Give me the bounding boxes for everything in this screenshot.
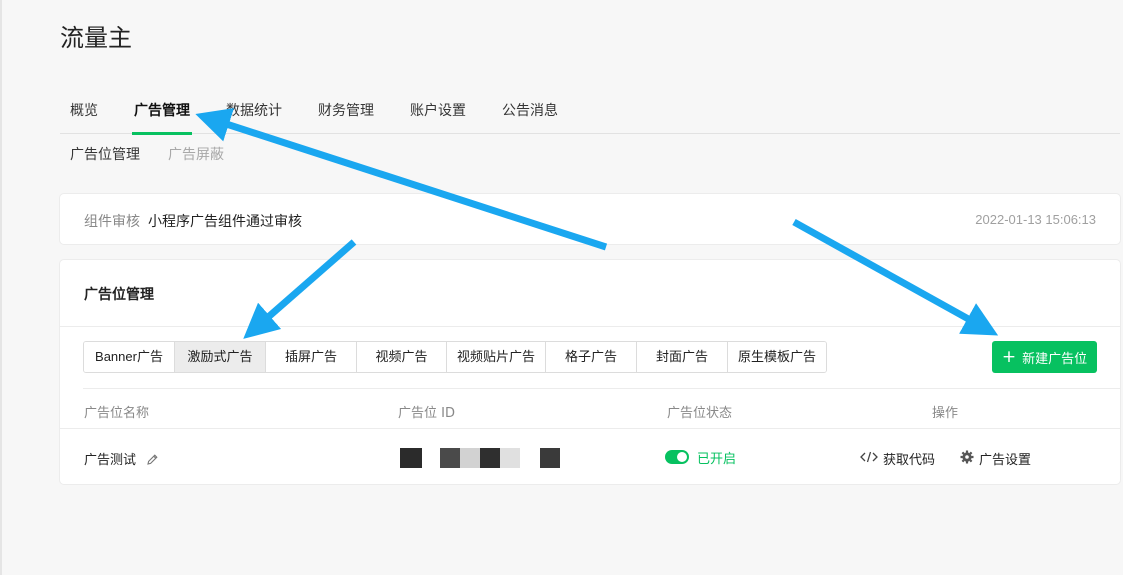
- ad-settings-link[interactable]: 广告设置: [960, 449, 1031, 468]
- new-ad-slot-button[interactable]: + 新建广告位: [992, 341, 1097, 373]
- column-header-id: 广告位 ID: [398, 406, 455, 421]
- code-icon: [860, 451, 878, 467]
- ad-type-rewarded[interactable]: 激励式广告: [175, 342, 266, 372]
- divider: [60, 428, 1120, 429]
- tab-account-settings[interactable]: 账户设置: [400, 96, 476, 134]
- ad-type-cover[interactable]: 封面广告: [637, 342, 728, 372]
- subtab-ad-slot-management[interactable]: 广告位管理: [70, 144, 140, 164]
- pencil-icon[interactable]: [146, 453, 159, 470]
- notice-timestamp: 2022-01-13 15:06:13: [975, 212, 1096, 227]
- ad-type-interstitial[interactable]: 插屏广告: [266, 342, 357, 372]
- notice-label: 组件审核: [84, 214, 140, 230]
- notice-card: 组件审核 小程序广告组件通过审核 2022-01-13 15:06:13: [60, 194, 1120, 244]
- column-header-actions: 操作: [932, 406, 959, 421]
- plus-icon: +: [1001, 346, 1017, 367]
- tab-finance-management[interactable]: 财务管理: [308, 96, 384, 134]
- get-code-link[interactable]: 获取代码: [860, 449, 935, 468]
- gear-icon: [960, 450, 974, 468]
- column-header-name: 广告位名称: [84, 406, 150, 421]
- ad-settings-label: 广告设置: [979, 453, 1032, 468]
- subtab-ad-blocking[interactable]: 广告屏蔽: [168, 144, 224, 164]
- ad-slot-id-redacted: [400, 448, 562, 468]
- ad-type-native-template[interactable]: 原生模板广告: [728, 342, 826, 372]
- divider: [60, 326, 1120, 327]
- ad-type-video[interactable]: 视频广告: [357, 342, 447, 372]
- tab-ad-management[interactable]: 广告管理: [124, 96, 200, 135]
- status-label: 已开启: [697, 452, 737, 467]
- new-ad-slot-label: 新建广告位: [1022, 351, 1088, 367]
- divider: [83, 388, 1120, 389]
- app-title: 流量主: [60, 24, 132, 52]
- ad-slot-name: 广告测试: [84, 453, 137, 468]
- ad-type-segmented-control: Banner广告 激励式广告 插屏广告 视频广告 视频贴片广告 格子广告 封面广…: [83, 341, 827, 373]
- left-rail: [0, 0, 2, 575]
- status-toggle[interactable]: [665, 450, 689, 464]
- ad-type-banner[interactable]: Banner广告: [84, 342, 175, 372]
- column-header-status: 广告位状态: [667, 406, 733, 421]
- tab-overview[interactable]: 概览: [60, 96, 108, 134]
- ad-slot-panel: 广告位管理 Banner广告 激励式广告 插屏广告 视频广告 视频贴片广告 格子…: [60, 260, 1120, 484]
- ad-slot-name-cell: 广告测试: [84, 449, 159, 470]
- tab-announcements[interactable]: 公告消息: [492, 96, 568, 134]
- get-code-label: 获取代码: [883, 453, 936, 468]
- panel-title: 广告位管理: [84, 287, 154, 303]
- tab-data-statistics[interactable]: 数据统计: [216, 96, 292, 134]
- sub-tabs: 广告位管理 广告屏蔽: [70, 144, 224, 164]
- notice-text[interactable]: 小程序广告组件通过审核: [148, 211, 302, 231]
- ad-type-grid[interactable]: 格子广告: [546, 342, 637, 372]
- ad-type-video-patch[interactable]: 视频贴片广告: [447, 342, 546, 372]
- main-tabs: 概览 广告管理 数据统计 财务管理 账户设置 公告消息: [60, 96, 1120, 135]
